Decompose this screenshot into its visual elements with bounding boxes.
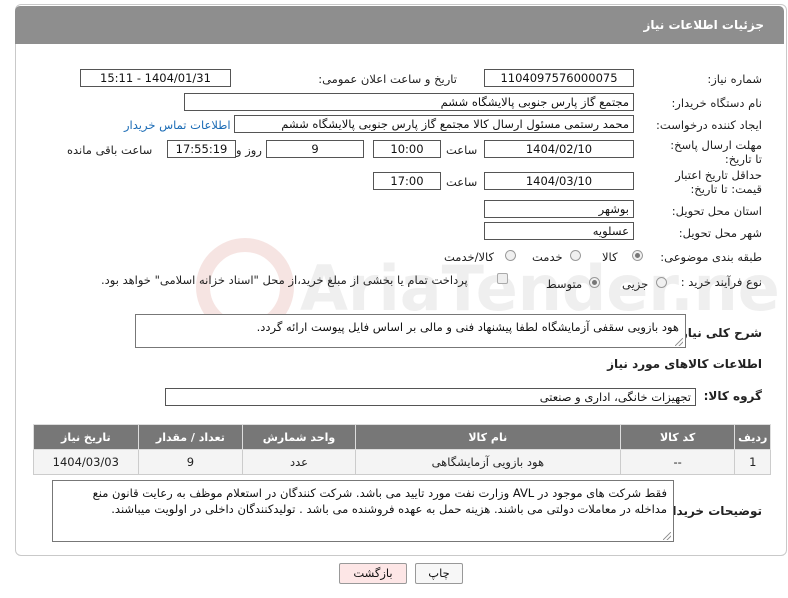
price-validity-time-word: ساعت (446, 175, 478, 189)
cell-quantity: 9 (137, 449, 244, 475)
category-radio-goods[interactable] (632, 250, 643, 261)
buyer-org-field: مجتمع گاز پارس جنوبی پالایشگاه ششم (184, 93, 634, 111)
back-button[interactable]: بازگشت (339, 563, 407, 584)
print-button[interactable]: چاپ (415, 563, 463, 584)
table-row: 1 -- هود بازویی آزمایشگاهی عدد 9 1404/03… (33, 449, 771, 475)
process-radio-minor[interactable] (656, 277, 667, 288)
process-radio-medium[interactable] (589, 277, 600, 288)
col-row-number: ردیف (734, 424, 771, 450)
col-item-name: نام کالا (354, 424, 621, 450)
treasury-payment-note: پرداخت تمام یا بخشی از مبلغ خرید،از محل … (101, 273, 468, 287)
col-need-date: تاریخ نیاز (33, 424, 139, 450)
buyer-org-label: نام دستگاه خریدار: (671, 96, 762, 110)
category-option-service: خدمت (532, 250, 563, 264)
city-label: شهر محل تحویل: (678, 226, 762, 240)
page-title: جزئیات اطلاعات نیاز (643, 18, 764, 32)
days-remaining-field: 9 (266, 140, 364, 158)
category-option-goods: کالا (602, 250, 618, 264)
col-quantity: تعداد / مقدار (137, 424, 244, 450)
category-label: طبقه بندی موضوعی: (660, 250, 762, 264)
cell-item-name: هود بازویی آزمایشگاهی (354, 449, 621, 475)
deadline-date-field: 1404/02/10 (484, 140, 634, 158)
description-text: هود بازویی سقفی آزمایشگاه لطفا پیشنهاد ف… (256, 320, 679, 334)
announce-datetime-field: 1404/01/31 - 15:11 (80, 69, 231, 87)
price-validity-date-field: 1404/03/10 (484, 172, 634, 190)
treasury-payment-checkbox[interactable] (497, 273, 508, 284)
process-label: نوع فرآیند خرید : (680, 275, 762, 289)
cell-item-code: -- (619, 449, 736, 475)
price-validity-label: حداقل تاریخ اعتبار قیمت: تا تاریخ: (675, 168, 762, 196)
days-word: روز و (236, 143, 262, 157)
need-number-label: شماره نیاز: (707, 72, 762, 86)
deadline-label: مهلت ارسال پاسخ: تا تاریخ: (670, 138, 762, 166)
goods-table-header-row: ردیف کد کالا نام کالا واحد شمارش تعداد /… (33, 424, 771, 450)
requester-field: محمد رستمی مسئول ارسال کالا مجتمع گاز پا… (234, 115, 634, 133)
price-validity-time-field: 17:00 (373, 172, 441, 190)
buyer-contact-link[interactable]: اطلاعات تماس خریدار (124, 118, 231, 132)
buyer-notes-text: فقط شرکت های موجود در AVL وزارت نفت مورد… (92, 486, 667, 516)
goods-table: ردیف کد کالا نام کالا واحد شمارش تعداد /… (33, 424, 771, 475)
cell-need-date: 1404/03/03 (33, 449, 139, 475)
goods-group-field: تجهیزات خانگی، اداری و صنعتی (165, 388, 696, 406)
process-option-minor: جزیی (622, 277, 649, 291)
buyer-notes-textarea[interactable]: فقط شرکت های موجود در AVL وزارت نفت مورد… (52, 480, 674, 542)
resize-handle-icon[interactable] (675, 338, 683, 346)
remaining-word: ساعت باقی مانده (67, 143, 153, 157)
need-number-field: 1104097576000075 (484, 69, 634, 87)
process-option-medium: متوسط (546, 277, 583, 291)
announce-label: تاریخ و ساعت اعلان عمومی: (318, 72, 457, 86)
province-label: استان محل تحویل: (671, 204, 762, 218)
col-unit: واحد شمارش (242, 424, 356, 450)
province-field: بوشهر (484, 200, 634, 218)
panel-header: جزئیات اطلاعات نیاز (15, 6, 784, 44)
goods-section-title: اطلاعات کالاهای مورد نیاز (607, 357, 762, 371)
remaining-time-field: 17:55:19 (167, 140, 236, 158)
deadline-time-field: 10:00 (373, 140, 441, 158)
category-radio-service[interactable] (570, 250, 581, 261)
goods-group-label: گروه کالا: (703, 389, 762, 403)
description-textarea[interactable]: هود بازویی سقفی آزمایشگاه لطفا پیشنهاد ف… (135, 314, 686, 348)
requester-label: ایجاد کننده درخواست: (656, 118, 762, 132)
description-label: شرح کلی نیاز: (676, 326, 762, 340)
cell-row-number: 1 (734, 449, 771, 475)
deadline-time-word: ساعت (446, 143, 478, 157)
category-radio-goods-service[interactable] (505, 250, 516, 261)
buyer-notes-label: توضیحات خریدار: (660, 504, 762, 518)
col-item-code: کد کالا (619, 424, 736, 450)
city-field: عسلویه (484, 222, 634, 240)
resize-handle-icon[interactable] (663, 532, 671, 540)
category-option-goods-service: کالا/خدمت (444, 250, 495, 264)
cell-unit: عدد (242, 449, 356, 475)
